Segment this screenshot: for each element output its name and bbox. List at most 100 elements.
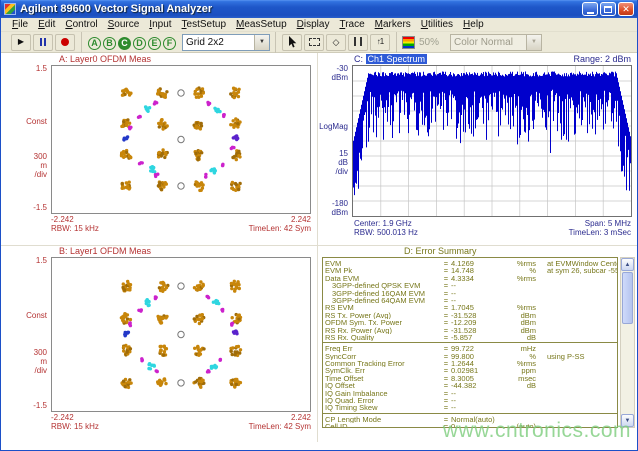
metric-label: Cell ID: [325, 423, 441, 428]
db-per-div-value: 15: [339, 150, 348, 158]
panel-c-freq-row: Center: 1.9 GHz Span: 5 MHz: [354, 219, 631, 228]
close-button[interactable]: ✕: [618, 2, 634, 16]
center-freq-label: Center: 1.9 GHz: [354, 219, 412, 228]
trace-button-d[interactable]: D: [133, 37, 146, 50]
menu-item-edit[interactable]: Edit: [33, 18, 60, 31]
color-mode-select: Color Normal ▼: [450, 34, 542, 51]
metric-label: 3GPP-defined QPSK EVM: [325, 282, 441, 289]
menu-item-control[interactable]: Control: [60, 18, 102, 31]
metric-extra: [539, 275, 617, 282]
scroll-up-button[interactable]: ▲: [621, 258, 634, 271]
metric-label: CP Length Mode: [325, 416, 441, 423]
panel-b-plot[interactable]: [51, 257, 311, 412]
metric-label: Freq Err: [325, 345, 441, 352]
marker-tool-button[interactable]: ◇: [326, 34, 346, 51]
metric-label: IQ Offset: [325, 382, 441, 389]
panel-c-title-prefix: C:: [354, 54, 363, 64]
x-max-label: 2.242: [291, 413, 311, 422]
metric-unit: [503, 397, 539, 404]
metric-label: IQ Quad. Error: [325, 397, 441, 404]
record-button[interactable]: [55, 34, 75, 51]
metric-label: IQ Timing Skew: [325, 404, 441, 411]
menu-item-trace[interactable]: Trace: [334, 18, 369, 31]
y-scale-value: 300: [34, 349, 47, 357]
timelen-label: TimeLen: 42 Sym: [249, 422, 311, 431]
trace-button-a[interactable]: A: [88, 37, 101, 50]
client-area: A: Layer0 OFDM Meas 1.5 Const 300 m /div…: [1, 53, 637, 450]
x-min-label: -2.242: [51, 215, 74, 224]
metric-label: SymClk. Err: [325, 367, 441, 374]
metric-extra: [539, 297, 617, 304]
trace-button-c[interactable]: C: [118, 37, 131, 50]
metric-extra: [539, 397, 617, 404]
panel-c-plot[interactable]: [352, 65, 632, 217]
selection-box-icon: [309, 38, 320, 46]
metric-extra: at sym 26, subcar -55: [539, 267, 618, 274]
metric-label: IQ Gain Imbalance: [325, 390, 441, 397]
menu-item-source[interactable]: Source: [103, 18, 145, 31]
dropdown-arrow-icon: ▼: [526, 35, 541, 50]
minimize-button[interactable]: [582, 2, 598, 16]
menu-item-testsetup[interactable]: TestSetup: [177, 18, 231, 31]
zoom-box-tool-button[interactable]: [304, 34, 324, 51]
play-icon: ▶: [18, 38, 24, 46]
restart-button[interactable]: ▶: [11, 34, 31, 51]
panel-c-title-selected[interactable]: Ch1 Spectrum: [366, 54, 428, 64]
pause-icon: [39, 33, 47, 51]
marker-tools-group: ◇ ↑1: [275, 32, 396, 53]
metric-label: EVM Pk: [325, 267, 441, 274]
maximize-button[interactable]: [600, 2, 616, 16]
menu-item-meassetup[interactable]: MeasSetup: [231, 18, 292, 31]
panel-a: A: Layer0 OFDM Meas 1.5 Const 300 m /div…: [3, 54, 317, 244]
toolbar: ▶ ABCDEF Grid 2x2 ▼ ◇ ↑1 50% Color Norma…: [1, 32, 637, 53]
error-summary-row: Data EVM=4.3334%rms: [325, 275, 617, 282]
metric-value: --: [451, 390, 503, 397]
panel-a-title: A: Layer0 OFDM Meas: [59, 54, 151, 65]
peak-search-tool-button[interactable]: ↑1: [370, 34, 390, 51]
trace-button-e[interactable]: E: [148, 37, 161, 50]
trace-button-f[interactable]: F: [163, 37, 176, 50]
metric-extra: [539, 375, 617, 382]
menu-item-display[interactable]: Display: [292, 18, 335, 31]
metric-label: SyncCorr: [325, 353, 441, 360]
metric-value: --: [451, 282, 503, 289]
metric-label: Time Offset: [325, 375, 441, 382]
metric-extra: [539, 404, 617, 411]
metric-value: 4.3334: [451, 275, 503, 282]
menu-item-input[interactable]: Input: [144, 18, 176, 31]
error-summary-row: 3GPP-defined QPSK EVM=--: [325, 282, 617, 289]
menu-item-help[interactable]: Help: [458, 18, 489, 31]
menu-item-utilities[interactable]: Utilities: [416, 18, 458, 31]
y-scale-unit: m: [40, 162, 47, 170]
metric-label: Data EVM: [325, 275, 441, 282]
error-summary-scrollbar[interactable]: ▲ ▼: [620, 257, 635, 428]
error-summary-row: IQ Gain Imbalance=--: [325, 390, 617, 397]
panel-a-plot[interactable]: [51, 65, 311, 214]
menu-item-markers[interactable]: Markers: [370, 18, 416, 31]
pause-button[interactable]: [33, 34, 53, 51]
menu-item-file[interactable]: File: [7, 18, 33, 31]
pointer-tool-button[interactable]: [282, 34, 302, 51]
y-scale-value: 300: [34, 153, 47, 161]
scrollbar-thumb[interactable]: [622, 272, 633, 324]
error-summary-row: 3GPP-defined 16QAM EVM=--: [325, 290, 617, 297]
span-label: Span: 5 MHz: [585, 219, 631, 228]
pointer-icon: [287, 36, 297, 48]
band-marker-tool-button[interactable]: [348, 34, 368, 51]
display-color-group: 50% Color Normal ▼: [396, 32, 547, 53]
panel-a-x-axis: -2.242 2.242: [51, 215, 311, 224]
title-bar[interactable]: Agilent 89600 Vector Signal Analyzer ✕: [1, 0, 637, 18]
error-summary-row: IQ Quad. Error=--: [325, 397, 617, 404]
metric-extra: [539, 282, 617, 289]
rbw-label: RBW: 15 kHz: [51, 224, 99, 233]
panel-b-x-axis: -2.242 2.242: [51, 413, 311, 422]
dropdown-arrow-icon[interactable]: ▼: [254, 35, 269, 50]
metric-extra: [539, 390, 617, 397]
trace-button-b[interactable]: B: [103, 37, 116, 50]
error-summary-row: RS Rx. Quality=-5.857dB: [325, 334, 617, 341]
diamond-marker-icon: ◇: [333, 38, 340, 47]
metric-unit: dB: [503, 334, 539, 341]
scale-type-label: LogMag: [319, 123, 348, 131]
grid-layout-select[interactable]: Grid 2x2 ▼: [182, 34, 270, 51]
rbw-label: RBW: 500.013 Hz: [354, 228, 418, 237]
